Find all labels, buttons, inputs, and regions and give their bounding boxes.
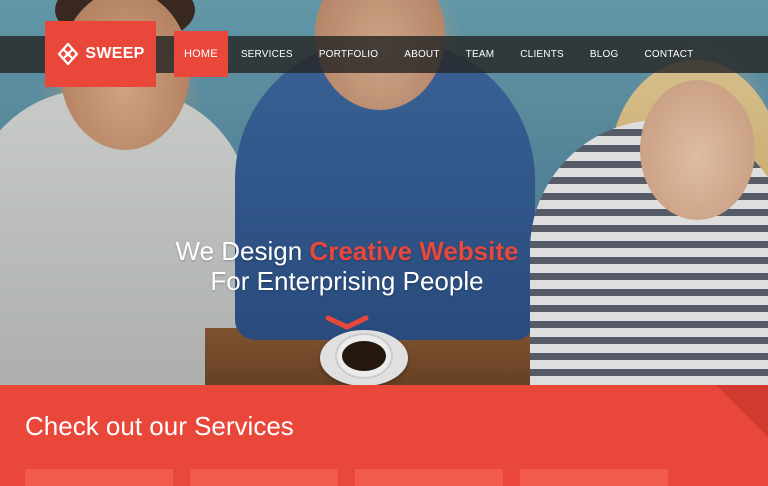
main-nav: HOME SERVICES PORTFOLIO ABOUT TEAM CLIEN… xyxy=(174,31,707,77)
services-section: Check out our Services xyxy=(0,385,768,486)
chevron-down-icon[interactable] xyxy=(325,315,369,333)
services-heading: Check out our Services xyxy=(25,411,294,441)
brand-logo[interactable]: SWEEP xyxy=(45,21,156,87)
service-card[interactable] xyxy=(25,469,173,486)
nav-item-blog[interactable]: BLOG xyxy=(577,36,632,73)
brand-name: SWEEP xyxy=(85,45,145,62)
hero-headline-accent: Creative Website xyxy=(309,236,519,266)
logo-icon xyxy=(58,42,79,66)
nav-item-contact[interactable]: CONTACT xyxy=(632,36,707,73)
service-card[interactable] xyxy=(355,469,503,486)
nav-item-clients[interactable]: CLIENTS xyxy=(507,36,577,73)
nav-item-services[interactable]: SERVICES xyxy=(228,36,306,73)
corner-decoration xyxy=(716,385,768,437)
service-card[interactable] xyxy=(190,469,338,486)
service-card[interactable] xyxy=(520,469,668,486)
nav-item-about[interactable]: ABOUT xyxy=(391,36,452,73)
hero-headline: We Design Creative Website For Enterpris… xyxy=(175,236,519,296)
nav-item-portfolio[interactable]: PORTFOLIO xyxy=(306,36,391,73)
nav-item-home[interactable]: HOME xyxy=(174,31,228,77)
nav-item-team[interactable]: TEAM xyxy=(453,36,508,73)
